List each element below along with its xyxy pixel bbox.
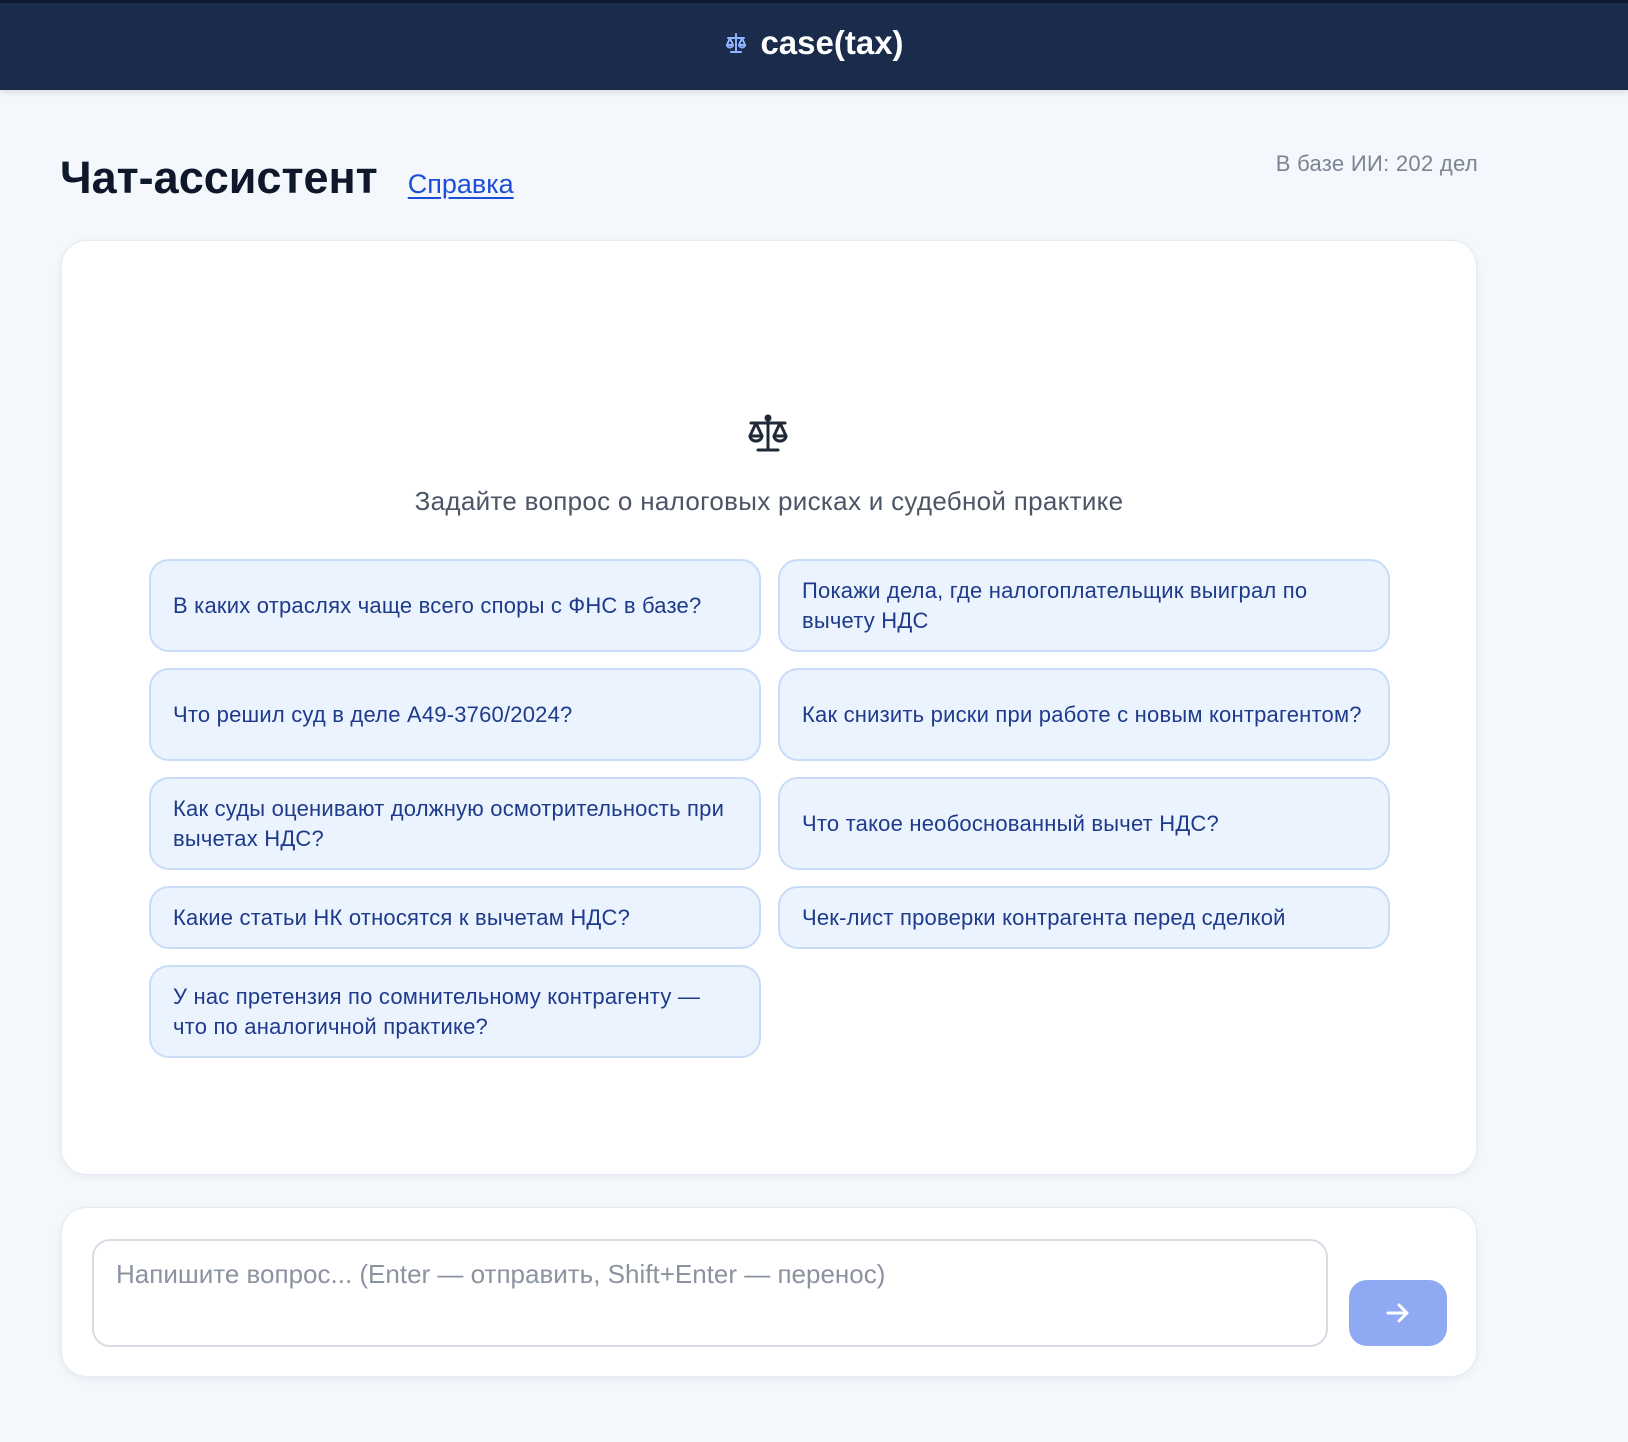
page-header: Чат-ассистент Справка [60,152,514,204]
db-count-label: В базе ИИ: 202 дел [1275,151,1478,176]
scales-icon [726,32,747,53]
suggestion-chip[interactable]: Чек-лист проверки контрагента перед сдел… [778,886,1390,949]
suggestion-list: В каких отраслях чаще всего споры с ФНС … [149,559,1390,1058]
brand-logo[interactable]: case(tax) [724,23,904,62]
scales-icon [748,414,788,452]
suggestion-chip[interactable]: Как суды оценивают должную осмотрительно… [149,777,761,870]
send-button[interactable] [1349,1280,1447,1346]
suggestion-chip[interactable]: Покажи дела, где налогоплательщик выигра… [778,559,1390,652]
empty-state-prompt: Задайте вопрос о налоговых рисках и суде… [414,486,1124,516]
message-input[interactable] [92,1239,1328,1347]
chat-panel: Задайте вопрос о налоговых рисках и суде… [61,240,1477,1175]
suggestion-chip[interactable]: В каких отраслях чаще всего споры с ФНС … [149,559,761,652]
suggestion-chip[interactable]: Как снизить риски при работе с новым кон… [778,668,1390,761]
suggestion-chip[interactable]: Что такое необоснованный вычет НДС? [778,777,1390,870]
message-composer [61,1207,1477,1377]
suggestion-chip[interactable]: У нас претензия по сомнительному контраг… [149,965,761,1058]
suggestion-chip[interactable]: Какие статьи НК относятся к вычетам НДС? [149,886,761,949]
brand-name: case(tax) [760,23,904,61]
help-link[interactable]: Справка [408,169,514,200]
page-title: Чат-ассистент [60,152,378,203]
arrow-right-icon [1386,1303,1409,1323]
top-navbar: case(tax) [0,0,1628,90]
suggestion-chip[interactable]: Что решил суд в деле А49-3760/2024? [149,668,761,761]
